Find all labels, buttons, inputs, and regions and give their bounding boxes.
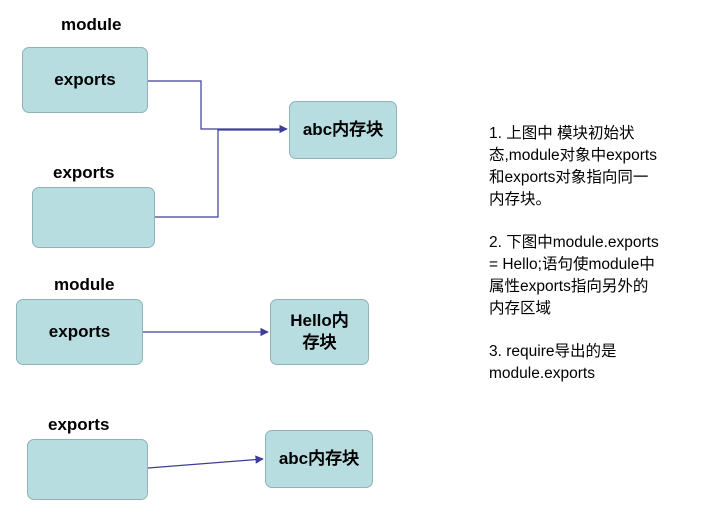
top-module-label: module — [61, 15, 122, 34]
middle-module-exports-box: exports — [16, 299, 143, 365]
bottom-abc-memory-block: abc内存块 — [265, 430, 373, 488]
arrow-exports-to-abc-bottom — [147, 455, 264, 469]
note-3: 3. require导出的是 module.exports — [489, 343, 617, 382]
top-exports-label: exports — [53, 163, 115, 182]
top-module-exports-box: exports — [22, 47, 148, 113]
middle-hello-memory-block: Hello内 存块 — [270, 299, 369, 365]
top-abc-memory-text: abc内存块 — [302, 120, 384, 139]
note-1: 1. 上图中 模块初始状 态,module对象中exports 和exports… — [489, 125, 657, 208]
bottom-exports-label: exports — [48, 415, 110, 434]
arrow-exports-to-abc — [155, 129, 284, 218]
top-exports-box — [32, 187, 155, 248]
explanation-notes: 1. 上图中 模块初始状 态,module对象中exports 和exports… — [489, 123, 694, 406]
bottom-abc-memory-text: abc内存块 — [278, 449, 360, 468]
middle-module-exports-text: exports — [48, 322, 111, 341]
middle-hello-memory-text: Hello内 存块 — [290, 311, 349, 352]
top-abc-memory-block: abc内存块 — [289, 101, 397, 159]
middle-module-label: module — [54, 275, 115, 294]
top-module-exports-text: exports — [54, 70, 116, 89]
bottom-exports-box — [27, 439, 148, 500]
note-2: 2. 下图中module.exports = Hello;语句使module中 … — [489, 234, 659, 317]
